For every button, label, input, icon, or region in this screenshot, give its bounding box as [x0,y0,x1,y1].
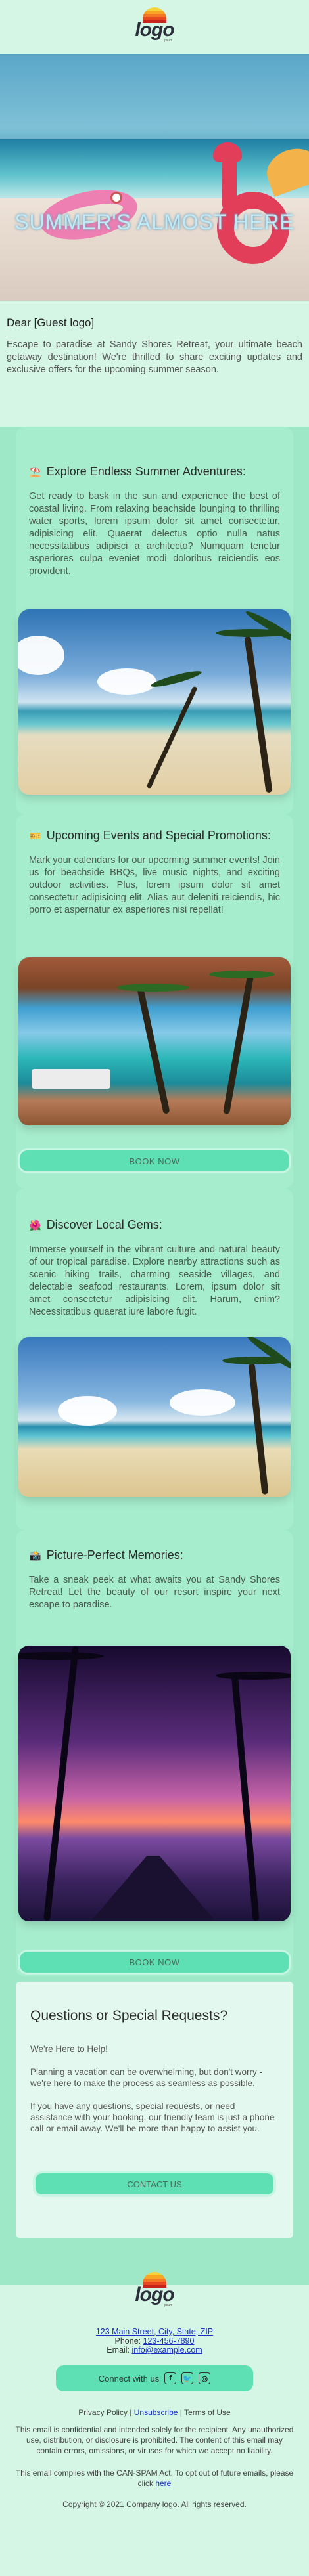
section-memories: 📸 Picture-Perfect Memories: Take a sneak … [16,1530,293,1976]
confidentiality-notice: This email is confidential and intended … [15,2425,294,2455]
questions-box: Questions or Special Requests? We're Her… [16,1982,293,2238]
section-title: ⛱️ Explore Endless Summer Adventures: [29,465,246,478]
section-events: 🎫 Upcoming Events and Special Promotions:… [16,814,293,1189]
section-text: Take a sneak peek at what awaits you at … [29,1575,280,1610]
hero-sea [0,139,309,198]
greeting: Dear [Guest logo] [7,317,95,329]
logo[interactable]: logo ipsum [128,7,181,47]
beach-palm-image [18,609,291,795]
intro-text: Escape to paradise at Sandy Shores Retre… [7,339,302,375]
book-now-button[interactable]: BOOK NOW [20,1150,289,1171]
ticket-emoji-icon: 🎫 [29,830,41,842]
resort-pool-image [18,957,291,1125]
unsubscribe-link[interactable]: Unsubscribe [134,2408,178,2417]
section-text: Immerse yourself in the vibrant culture … [29,1244,280,1317]
email-link[interactable]: info@example.com [132,2346,202,2355]
hero-title: SUMMER'S ALMOST HERE [14,210,295,234]
section-title: 🎫 Upcoming Events and Special Promotions: [29,829,271,842]
terms-link[interactable]: Terms of Use [184,2408,231,2417]
section-text: Get ready to bask in the sun and experie… [29,491,280,577]
flamingo-head [213,142,242,162]
hero-banner: SUMMER'S ALMOST HERE [0,54,309,301]
section-text: Mark your calendars for our upcoming sum… [29,855,280,915]
beach-ball-icon [110,192,122,204]
section-adventures: ⛱️ Explore Endless Summer Adventures: Get… [16,427,293,814]
copyright: Copyright © 2021 Company logo. All right… [62,2500,247,2509]
footer-links: Privacy Policy | Unsubscribe | Terms of … [78,2408,231,2417]
questions-title: Questions or Special Requests? [30,2008,227,2023]
logo-sub: ipsum [164,2303,173,2307]
questions-subtitle: We're Here to Help! [30,2044,108,2054]
social-bar: Connect with us f 🐦 ◎ [56,2365,253,2391]
umbrella-emoji-icon: ⛱️ [29,466,41,478]
logo-word: logo [135,19,174,41]
section-local-gems: 🌺 Discover Local Gems: Immerse yourself i… [16,1189,293,1530]
instagram-icon[interactable]: ◎ [199,2372,211,2384]
questions-p1: Planning a vacation can be overwhelming,… [30,2067,263,2088]
sunset-pier-image [18,1646,291,1921]
email-page: logo ipsum SUMMER'S ALMOST HERE Dear [Gu… [0,0,309,2576]
twitter-icon[interactable]: 🐦 [181,2372,194,2384]
intro: Dear [Guest logo] Escape to paradise at … [0,301,309,376]
flower-emoji-icon: 🌺 [29,1219,41,1231]
section-title: 📸 Picture-Perfect Memories: [29,1548,183,1561]
questions-p2: If you have any questions, special reque… [30,2101,275,2133]
opt-out-link[interactable]: here [155,2479,171,2488]
contact-us-button[interactable]: CONTACT US [36,2173,273,2194]
contact-info: 123 Main Street, City, State, ZIP Phone:… [95,2327,214,2355]
section-title: 🌺 Discover Local Gems: [29,1218,162,1231]
header: logo ipsum [0,0,309,54]
canspam-notice: This email complies with the CAN-SPAM Ac… [15,2468,294,2488]
book-now-button-2[interactable]: BOOK NOW [20,1952,289,1973]
footer-logo[interactable]: logo ipsum [128,2272,181,2311]
connect-label: Connect with us [98,2373,160,2384]
logo-sub: ipsum [164,39,173,43]
address-link[interactable]: 123 Main Street, City, State, ZIP [96,2327,213,2336]
facebook-icon[interactable]: f [164,2372,177,2384]
camera-emoji-icon: 📸 [29,1550,41,1561]
logo-word: logo [135,2284,174,2305]
phone-link[interactable]: 123-456-7890 [143,2336,195,2346]
privacy-policy-link[interactable]: Privacy Policy [78,2408,128,2417]
tropical-beach-image [18,1337,291,1497]
